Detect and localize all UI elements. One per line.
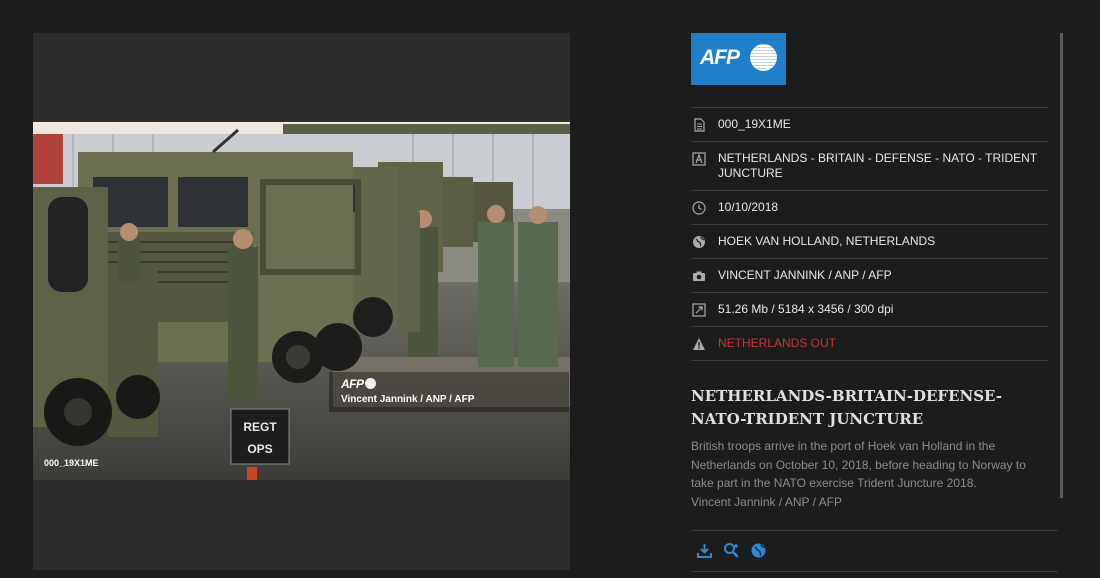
- meta-location: HOEK VAN HOLLAND, NETHERLANDS: [691, 225, 1048, 259]
- document-icon: [691, 117, 706, 132]
- photo-watermark: AFP Vincent Jannink / ANP / AFP: [329, 372, 569, 412]
- meta-credit-value: VINCENT JANNINK / ANP / AFP: [718, 268, 892, 282]
- share-globe-icon[interactable]: [750, 542, 767, 559]
- meta-keywords: NETHERLANDS - BRITAIN - DEFENSE - NATO -…: [691, 142, 1048, 191]
- watermark-logo: AFP: [341, 377, 376, 391]
- watermark-credit: Vincent Jannink / ANP / AFP: [341, 394, 475, 405]
- meta-date: 10/10/2018: [691, 191, 1048, 225]
- meta-file-info-value: 51.26 Mb / 5184 x 3456 / 300 dpi: [718, 302, 894, 316]
- photo-image: REGT OPS: [33, 122, 570, 480]
- sign-text-2: OPS: [247, 442, 272, 456]
- zoom-in-icon[interactable]: [723, 542, 740, 559]
- caption: British troops arrive in the port of Hoe…: [691, 437, 1051, 511]
- afp-logo[interactable]: AFP: [691, 33, 786, 85]
- caption-text: British troops arrive in the port of Hoe…: [691, 439, 1026, 490]
- meta-keywords-value: NETHERLANDS - BRITAIN - DEFENSE - NATO -…: [718, 151, 1037, 180]
- globe-icon: [691, 234, 706, 249]
- caption-credit: Vincent Jannink / ANP / AFP: [691, 494, 842, 509]
- afp-globe-icon: [750, 44, 777, 71]
- meta-id-value: 000_19X1ME: [718, 117, 791, 131]
- details-scrollbar[interactable]: [1060, 33, 1063, 498]
- resize-icon: [691, 302, 706, 317]
- download-icon[interactable]: [696, 542, 713, 559]
- meta-restriction-value: NETHERLANDS OUT: [718, 336, 837, 350]
- meta-credit: VINCENT JANNINK / ANP / AFP: [691, 259, 1048, 293]
- metadata-list: 000_19X1ME NETHERLANDS - BRITAIN - DEFEN…: [691, 107, 1048, 361]
- meta-restriction: NETHERLANDS OUT: [691, 327, 1048, 361]
- photo-id-label: 000_19X1ME: [44, 458, 99, 468]
- meta-location-value: HOEK VAN HOLLAND, NETHERLANDS: [718, 234, 936, 248]
- headline: NETHERLANDS-BRITAIN-DEFENSE-NATO-TRIDENT…: [691, 387, 1002, 428]
- meta-file-info: 51.26 Mb / 5184 x 3456 / 300 dpi: [691, 293, 1048, 327]
- photo-viewer[interactable]: REGT OPS AFP Vincent Jannink / ANP / AFP…: [33, 33, 570, 570]
- action-bar: [691, 530, 1058, 572]
- clock-icon: [691, 200, 706, 215]
- meta-date-value: 10/10/2018: [718, 200, 779, 214]
- warning-icon: [691, 336, 706, 351]
- sign-text-1: REGT: [243, 420, 277, 434]
- meta-id: 000_19X1ME: [691, 108, 1048, 142]
- camera-icon: [691, 268, 706, 283]
- main-photo[interactable]: REGT OPS AFP Vincent Jannink / ANP / AFP…: [33, 122, 570, 480]
- text-icon: [691, 151, 706, 166]
